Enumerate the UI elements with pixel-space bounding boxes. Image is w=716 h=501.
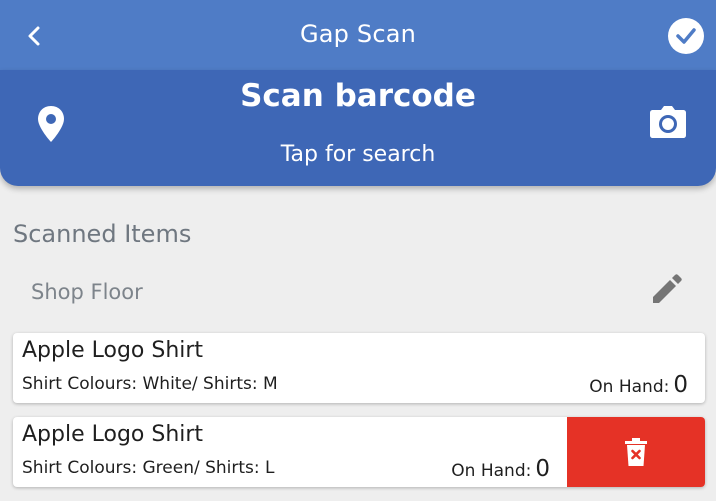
- on-hand-value: 0: [535, 456, 550, 482]
- tap-for-search-label[interactable]: Tap for search: [0, 142, 716, 167]
- on-hand: On Hand: 0: [451, 456, 550, 482]
- delete-button[interactable]: [567, 417, 705, 487]
- list-item[interactable]: Apple Logo Shirt Shirt Colours: White/ S…: [13, 333, 705, 403]
- on-hand-label: On Hand:: [451, 461, 532, 481]
- item-name: Apple Logo Shirt: [22, 338, 204, 363]
- scan-header[interactable]: Scan barcode Tap for search: [0, 70, 716, 186]
- list-item[interactable]: Apple Logo Shirt Shirt Colours: Green/ S…: [13, 417, 705, 487]
- on-hand: On Hand: 0: [589, 372, 688, 398]
- trash-icon: [625, 438, 647, 466]
- confirm-button[interactable]: [668, 18, 704, 54]
- location-row: Shop Floor: [0, 272, 716, 316]
- app-bar: Gap Scan: [0, 0, 716, 70]
- edit-location-button[interactable]: [649, 271, 685, 307]
- item-variant: Shirt Colours: Green/ Shirts: L: [22, 458, 275, 478]
- scanned-items-heading: Scanned Items: [13, 220, 192, 248]
- camera-button[interactable]: [648, 104, 688, 140]
- page-title: Gap Scan: [299, 20, 417, 48]
- gap-scan-screen: Gap Scan Scan barcode Tap for search Sca…: [0, 0, 716, 501]
- check-circle-icon: [676, 28, 696, 44]
- on-hand-label: On Hand:: [589, 377, 670, 397]
- item-name: Apple Logo Shirt: [22, 422, 204, 447]
- item-variant: Shirt Colours: White/ Shirts: M: [22, 374, 278, 394]
- on-hand-value: 0: [673, 372, 688, 398]
- location-name: Shop Floor: [31, 280, 143, 304]
- pencil-icon: [653, 274, 682, 303]
- scan-barcode-label[interactable]: Scan barcode: [0, 78, 716, 114]
- camera-icon: [650, 106, 686, 138]
